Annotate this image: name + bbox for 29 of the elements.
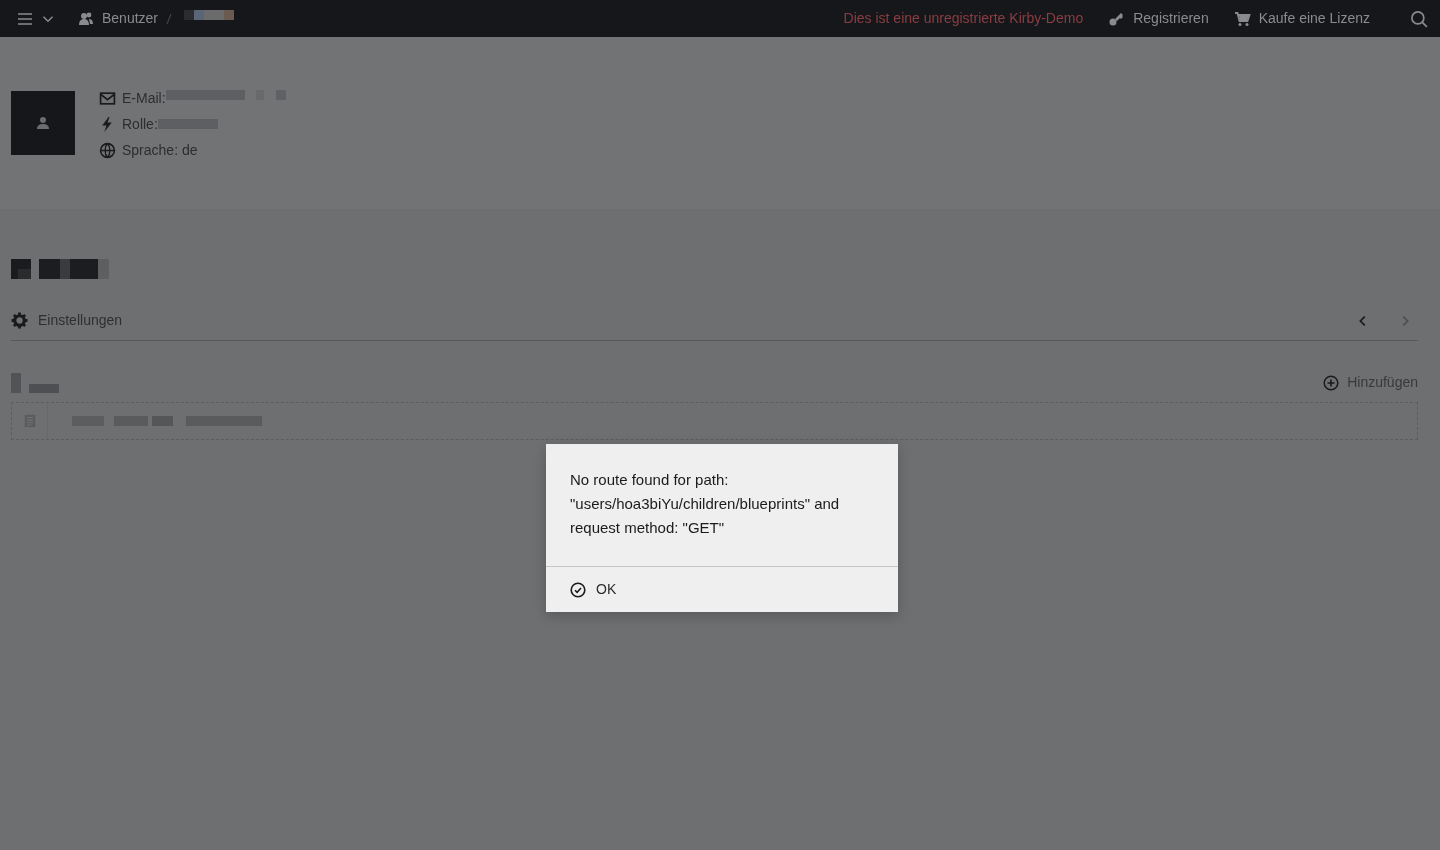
key-icon	[1107, 10, 1126, 27]
search-icon	[1410, 9, 1428, 28]
demo-notice: Dies ist eine unregistrierte Kirby-Demo	[843, 9, 1084, 28]
profile-field-label: Rolle:	[122, 114, 158, 134]
search-button[interactable]	[1410, 9, 1428, 28]
menu-icon	[16, 10, 34, 27]
users-icon	[78, 10, 94, 27]
redacted-heading	[11, 259, 31, 279]
redacted-heading	[11, 373, 21, 393]
document-icon	[22, 413, 37, 429]
envelope-icon	[99, 89, 116, 107]
tab[interactable]: Einstellungen	[11, 310, 123, 331]
ok-button[interactable]: OK	[570, 579, 617, 600]
breadcrumb-link[interactable]: Benutzer	[78, 8, 159, 29]
profile-field-label: Sprache: de	[122, 140, 198, 160]
gear-icon	[11, 312, 28, 329]
check-circle-icon	[570, 581, 586, 598]
globe-icon	[99, 141, 116, 159]
redacted-text	[184, 9, 235, 20]
plus-circle-icon	[1323, 374, 1340, 391]
menu-button[interactable]	[16, 10, 54, 27]
error-message: No route found for path: "users/hoa3biYu/children/blueprints" and request method: "GET"	[569, 470, 841, 538]
topbar-link[interactable]: Kaufe eine Lizenz	[1232, 8, 1370, 29]
user-icon	[35, 115, 51, 131]
cart-icon	[1232, 10, 1251, 27]
redacted-heading	[29, 384, 59, 393]
topbar-link[interactable]: Registrieren	[1107, 8, 1209, 29]
profile-field-label: E-Mail:	[122, 88, 166, 108]
redacted-heading	[39, 259, 109, 279]
